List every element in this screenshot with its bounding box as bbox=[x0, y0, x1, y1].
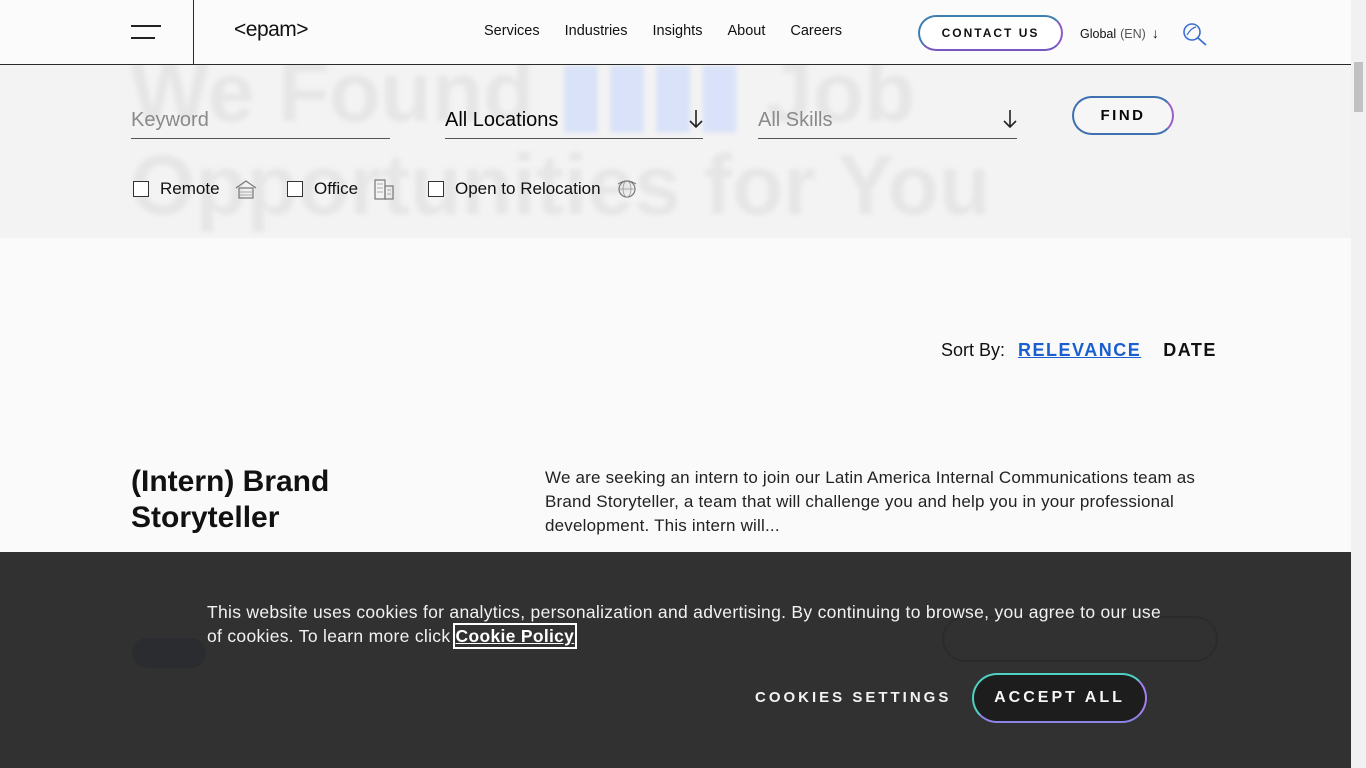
arrow-down-icon: ↓ bbox=[1151, 25, 1159, 41]
nav-insights[interactable]: Insights bbox=[652, 23, 702, 39]
language-selector[interactable]: Global (EN) ↓ bbox=[1080, 25, 1159, 41]
nav-industries[interactable]: Industries bbox=[565, 23, 628, 39]
nav-careers[interactable]: Careers bbox=[790, 23, 842, 39]
header-divider bbox=[193, 0, 194, 65]
skills-value: All Skills bbox=[758, 109, 833, 131]
menu-icon[interactable] bbox=[131, 25, 163, 41]
search-icon[interactable] bbox=[1182, 22, 1208, 46]
sort-label: Sort By: bbox=[941, 340, 1006, 360]
job-title[interactable]: (Intern) Brand Storyteller bbox=[131, 464, 451, 536]
main-nav: Services Industries Insights About Caree… bbox=[484, 23, 867, 39]
scrollbar-thumb[interactable] bbox=[1354, 62, 1363, 112]
keyword-field[interactable] bbox=[131, 103, 390, 139]
remote-filter[interactable]: Remote bbox=[133, 178, 258, 200]
cookie-message-text: This website uses cookies for analytics,… bbox=[207, 602, 1161, 646]
building-icon bbox=[374, 179, 394, 200]
arrow-down-icon bbox=[689, 110, 703, 129]
sort-controls: Sort By: RELEVANCE DATE bbox=[941, 340, 1217, 361]
nav-about[interactable]: About bbox=[727, 23, 765, 39]
cookie-message: This website uses cookies for analytics,… bbox=[207, 600, 1167, 649]
sort-relevance-link[interactable]: RELEVANCE bbox=[1018, 340, 1141, 361]
globe-icon bbox=[617, 180, 636, 198]
lang-region: Global bbox=[1080, 27, 1117, 41]
accept-all-button[interactable]: ACCEPT ALL bbox=[972, 673, 1147, 723]
skills-select[interactable]: All Skills bbox=[758, 103, 1017, 139]
remote-label: Remote bbox=[160, 179, 220, 198]
sort-date-link[interactable]: DATE bbox=[1163, 340, 1217, 361]
job-search-filters: We Found ▮▮▮▮ Job Opportunities for You … bbox=[0, 65, 1351, 238]
office-label: Office bbox=[314, 179, 359, 198]
keyword-input[interactable] bbox=[131, 103, 390, 137]
nav-services[interactable]: Services bbox=[484, 23, 540, 39]
location-value: All Locations bbox=[445, 109, 559, 131]
office-checkbox[interactable] bbox=[287, 181, 303, 197]
contact-us-button[interactable]: CONTACT US bbox=[918, 15, 1063, 51]
office-filter[interactable]: Office bbox=[287, 178, 396, 200]
site-header: <epam> Services Industries Insights Abou… bbox=[0, 0, 1351, 65]
remote-checkbox[interactable] bbox=[133, 181, 149, 197]
house-icon bbox=[235, 180, 256, 199]
relocation-filter[interactable]: Open to Relocation bbox=[428, 178, 639, 200]
cookies-settings-button[interactable]: COOKIES SETTINGS bbox=[755, 689, 951, 706]
page-scrollbar[interactable] bbox=[1351, 0, 1366, 768]
lang-code: (EN) bbox=[1120, 27, 1146, 41]
epam-logo[interactable]: <epam> bbox=[234, 18, 309, 42]
job-description: We are seeking an intern to join our Lat… bbox=[545, 468, 1196, 535]
find-button[interactable]: FIND bbox=[1072, 96, 1174, 135]
arrow-down-icon bbox=[1003, 110, 1017, 129]
relocation-label: Open to Relocation bbox=[455, 179, 601, 198]
cookie-policy-link[interactable]: Cookie Policy bbox=[452, 623, 578, 649]
cookie-banner: This website uses cookies for analytics,… bbox=[0, 552, 1351, 768]
relocation-checkbox[interactable] bbox=[428, 181, 444, 197]
location-select[interactable]: All Locations bbox=[445, 103, 703, 139]
